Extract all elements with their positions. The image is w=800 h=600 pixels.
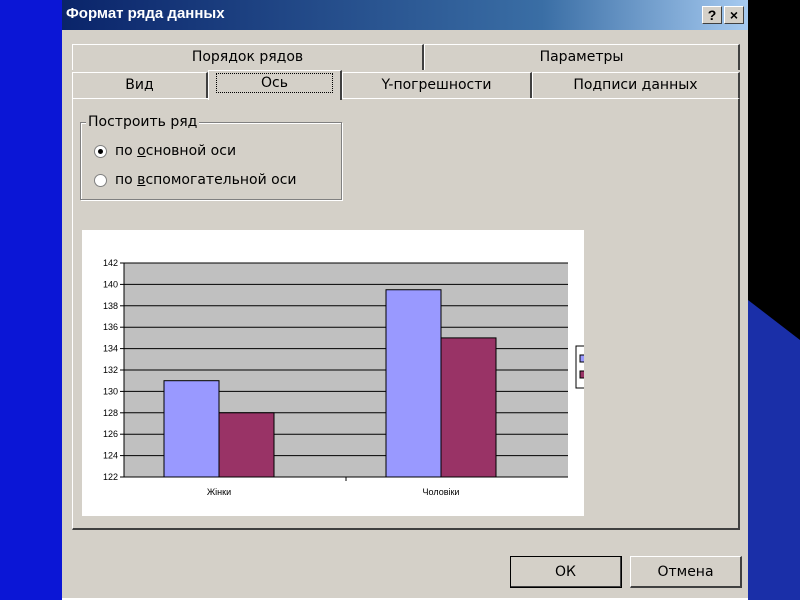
primary-axis-text-suffix: сновной оси	[145, 143, 237, 159]
primary-axis-text-prefix: по	[115, 143, 138, 159]
format-series-dialog: Формат ряда данных ? × Порядок рядов Пар…	[62, 0, 748, 598]
radio-primary-axis[interactable]: по основной оси	[94, 143, 236, 159]
y-tick-label: 130	[103, 386, 118, 396]
radio-secondary-axis-label: по вспомогательной оси	[115, 172, 297, 188]
tab-data-labels[interactable]: Подписи данных	[532, 72, 740, 98]
legend-swatch	[579, 370, 584, 379]
secondary-axis-text-prefix: по	[115, 172, 138, 188]
radio-primary-axis-label: по основной оси	[115, 143, 236, 159]
bar	[163, 380, 220, 478]
close-button[interactable]: ×	[724, 6, 744, 24]
y-tick-label: 128	[103, 408, 118, 418]
title-bar[interactable]: Формат ряда данных ? ×	[62, 0, 748, 30]
legend-swatch	[579, 354, 584, 363]
chart-svg: 142 140 138 136 134 132 130 128 126 124 122 Жінки Чо…	[103, 258, 584, 497]
tab-axis[interactable]: Ось	[208, 70, 342, 100]
secondary-axis-text-suffix: спомогательной оси	[145, 172, 297, 188]
y-tick-label: 142	[103, 258, 118, 268]
tab-axis-label: Ось	[216, 73, 333, 93]
tab-view[interactable]: Вид	[72, 72, 208, 98]
window-title: Формат ряда данных	[66, 5, 225, 22]
tab-y-error-bars[interactable]: Y-погрешности	[342, 72, 532, 98]
chart-preview: 142 140 138 136 134 132 130 128 126 124 122 Жінки Чо…	[82, 230, 584, 516]
y-tick-label: 140	[103, 279, 118, 289]
y-tick-label: 126	[103, 429, 118, 439]
x-tick-label: Жінки	[207, 487, 231, 497]
y-tick-label: 136	[103, 322, 118, 332]
radio-secondary-axis[interactable]: по вспомогательной оси	[94, 172, 297, 188]
help-button[interactable]: ?	[702, 6, 722, 24]
slide-left-panel	[0, 0, 62, 600]
bar	[440, 337, 497, 478]
tab-series-order[interactable]: Порядок рядов	[72, 44, 424, 70]
x-tick-label: Чоловіки	[423, 487, 460, 497]
cancel-button[interactable]: Отмена	[630, 556, 742, 588]
tab-options[interactable]: Параметры	[424, 44, 740, 70]
plot-series-legend: Построить ряд	[86, 114, 200, 130]
y-tick-label: 124	[103, 451, 118, 461]
slide-decoration	[748, 300, 800, 600]
radio-secondary-axis-button[interactable]	[94, 173, 107, 187]
primary-axis-mnemonic: о	[137, 143, 146, 159]
legend-box	[575, 345, 584, 389]
ok-button[interactable]: ОК	[510, 556, 622, 588]
y-tick-label: 132	[103, 365, 118, 375]
bar	[385, 289, 442, 478]
radio-primary-axis-button[interactable]	[94, 144, 107, 158]
bar	[218, 412, 275, 478]
y-tick-label: 134	[103, 344, 118, 354]
y-tick-label: 122	[103, 472, 118, 482]
y-tick-label: 138	[103, 301, 118, 311]
plot-series-group	[80, 122, 342, 200]
